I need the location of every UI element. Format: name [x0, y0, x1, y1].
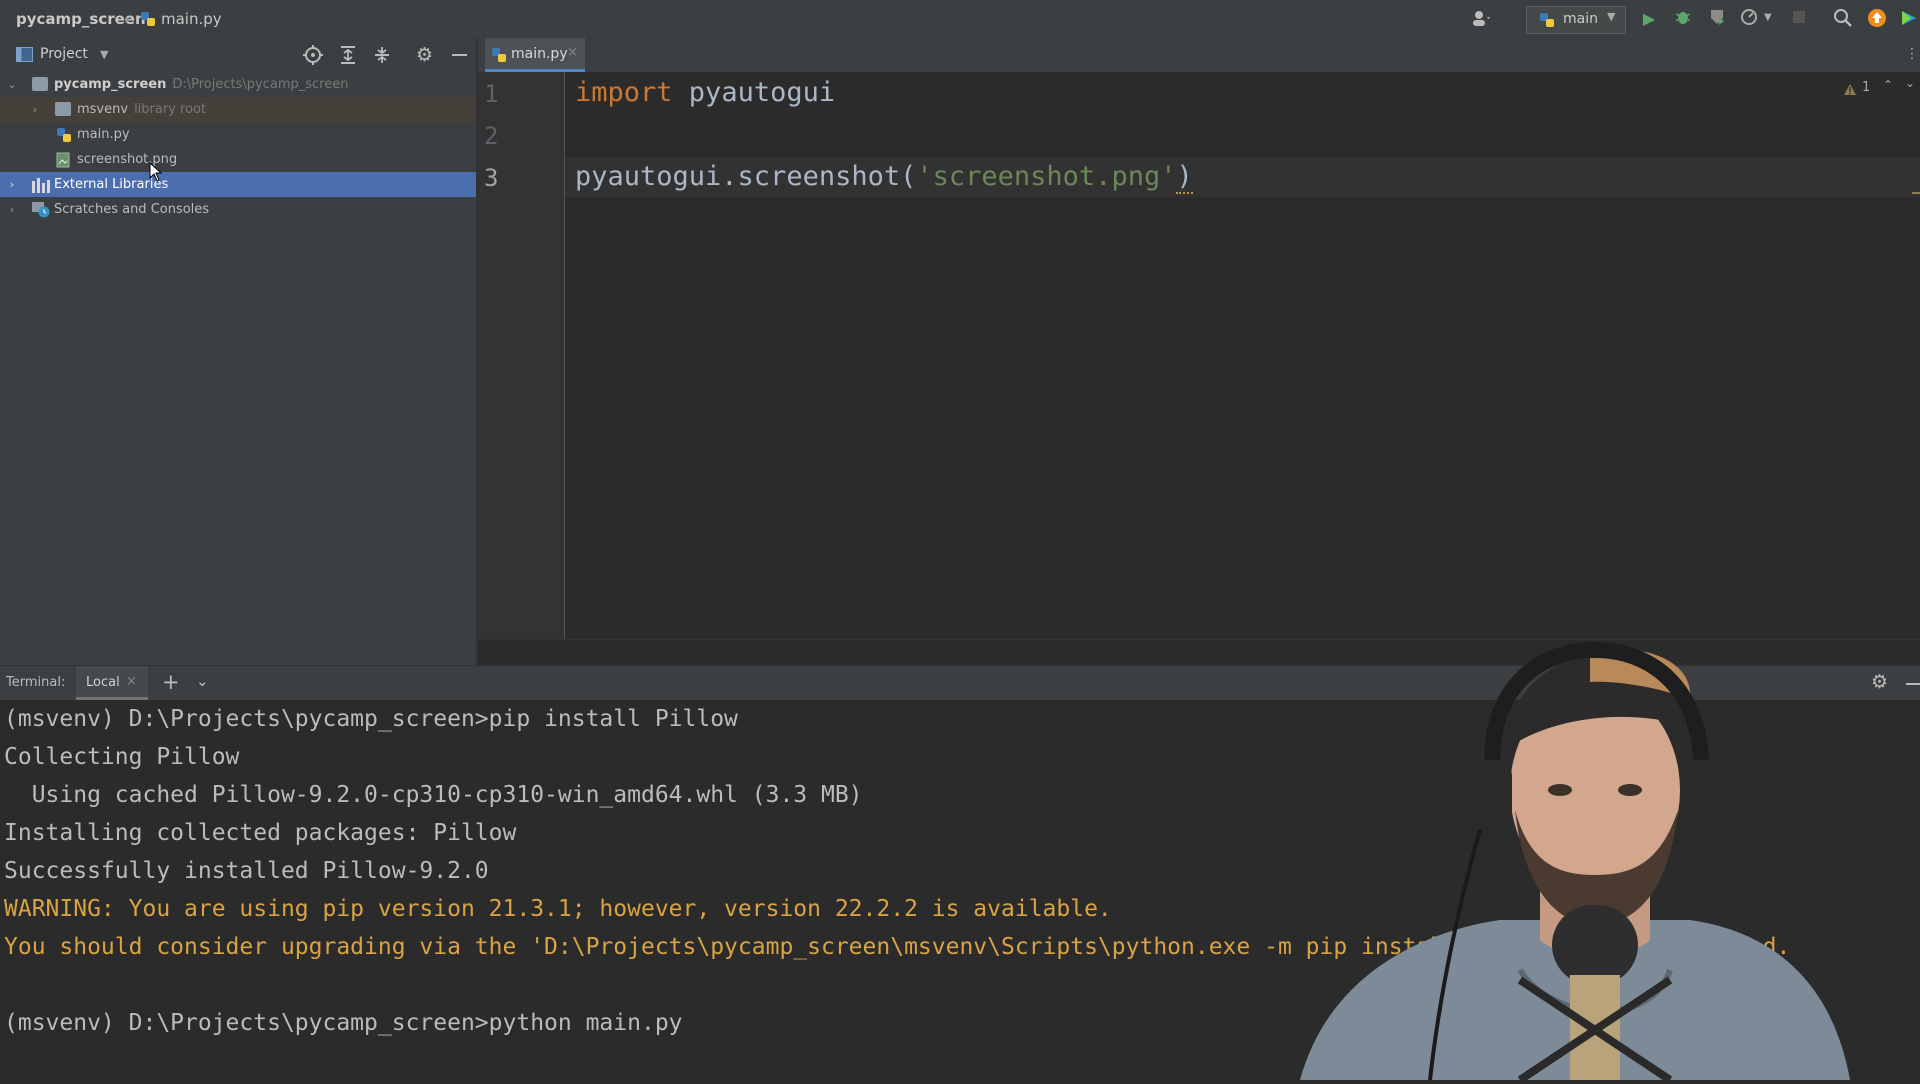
- project-view-icon: [16, 47, 33, 66]
- stop-icon[interactable]: [1788, 8, 1810, 30]
- tree-item-project-root[interactable]: ⌄ pycamp_screen D:\Projects\pycamp_screen: [0, 72, 476, 97]
- coverage-icon[interactable]: [1706, 8, 1728, 30]
- code-call: pyautogui.screenshot(: [575, 161, 917, 192]
- terminal-line: Using cached Pillow-9.2.0-cp310-cp310-wi…: [4, 782, 863, 808]
- tree-item-label: main.py: [77, 127, 130, 142]
- code-string: 'screenshot.png': [916, 161, 1177, 192]
- account-icon[interactable]: [1470, 8, 1492, 30]
- python-file-icon: [140, 11, 156, 31]
- chevron-down-icon: ▼: [1607, 10, 1616, 23]
- folder-icon: [55, 102, 71, 116]
- tab-main-py[interactable]: main.py ×: [485, 38, 585, 72]
- tree-item-external-libraries[interactable]: › External Libraries: [0, 172, 476, 197]
- debug-icon[interactable]: [1672, 8, 1694, 30]
- chevron-up-icon[interactable]: ⌃: [1883, 78, 1893, 92]
- scratches-icon: [32, 202, 50, 227]
- error-stripe-mark[interactable]: [1912, 192, 1920, 194]
- folder-icon: [32, 77, 48, 91]
- terminal-line: Successfully installed Pillow-9.2.0: [4, 858, 489, 884]
- add-terminal-icon[interactable]: +: [162, 670, 180, 694]
- tree-item-main-py[interactable]: main.py: [0, 122, 476, 147]
- tree-item-screenshot-png[interactable]: screenshot.png: [0, 147, 476, 172]
- tab-label: Local: [86, 675, 120, 690]
- warning-icon[interactable]: [1843, 81, 1857, 100]
- hide-panel-icon[interactable]: [452, 54, 467, 56]
- tree-item-scratches[interactable]: › Scratches and Consoles: [0, 197, 476, 222]
- more-tabs-icon[interactable]: ⋮: [1905, 46, 1919, 62]
- chevron-down-icon[interactable]: ⌄: [196, 672, 209, 690]
- chevron-right-icon[interactable]: ›: [5, 197, 19, 222]
- update-icon[interactable]: [1866, 8, 1888, 30]
- project-panel-title[interactable]: Project: [40, 46, 88, 62]
- terminal-title: Terminal:: [6, 675, 66, 690]
- search-icon[interactable]: [1832, 8, 1854, 30]
- chevron-right-icon[interactable]: ›: [28, 97, 42, 122]
- project-panel-header: Project ▼ ⚙: [0, 38, 476, 73]
- terminal-line: Installing collected packages: Pillow: [4, 820, 517, 846]
- tree-item-hint: library root: [134, 102, 207, 117]
- profile-icon[interactable]: [1738, 8, 1760, 30]
- tab-terminal-local[interactable]: Local ×: [76, 666, 148, 700]
- run-icon[interactable]: ▶: [1638, 8, 1660, 30]
- line-number: 1: [484, 80, 499, 108]
- chevron-down-icon[interactable]: ⌄: [1905, 76, 1915, 90]
- code-line-3[interactable]: pyautogui.screenshot('screenshot.png'): [575, 161, 1193, 194]
- code-paren: ): [1176, 161, 1193, 194]
- editor-tab-bar: [478, 38, 1920, 73]
- warning-count: 1: [1862, 80, 1871, 95]
- gear-icon[interactable]: ⚙: [416, 44, 433, 66]
- close-icon[interactable]: ×: [567, 45, 578, 60]
- project-tree: ⌄ pycamp_screen D:\Projects\pycamp_screen…: [0, 72, 476, 665]
- tree-item-label: msvenv library root: [77, 102, 207, 117]
- code-line-1[interactable]: import pyautogui: [575, 77, 835, 108]
- terminal-line: (msvenv) D:\Projects\pycamp_screen>pip i…: [4, 706, 738, 732]
- terminal-prompt-line: (msvenv) D:\Projects\pycamp_screen>pytho…: [4, 1010, 683, 1036]
- python-icon: [1539, 12, 1555, 32]
- close-icon[interactable]: ×: [126, 674, 137, 689]
- more-run-options-icon[interactable]: ▼: [1764, 12, 1772, 23]
- run-configuration-label: main: [1563, 11, 1598, 27]
- line-number: 3: [484, 164, 499, 192]
- tab-label: main.py: [511, 46, 568, 62]
- chevron-right-icon[interactable]: ›: [5, 172, 19, 197]
- terminal-line: Collecting Pillow: [4, 744, 240, 770]
- python-file-icon: [491, 47, 507, 67]
- hide-panel-icon[interactable]: [1906, 683, 1920, 685]
- code-identifier: pyautogui: [672, 77, 836, 108]
- view-selector-chevron-icon[interactable]: ▼: [100, 48, 108, 61]
- tree-item-label: pycamp_screen D:\Projects\pycamp_screen: [54, 77, 349, 92]
- webcam-overlay: [1290, 640, 1890, 1084]
- toolbox-icon[interactable]: [1898, 8, 1920, 30]
- locate-file-icon[interactable]: [303, 45, 323, 69]
- code-keyword: import: [575, 77, 673, 108]
- chevron-down-icon[interactable]: ⌄: [5, 72, 19, 97]
- expand-all-icon[interactable]: [338, 45, 358, 69]
- tree-item-msvenv[interactable]: › msvenv library root: [0, 97, 476, 122]
- mouse-cursor-icon: [149, 161, 163, 186]
- navigation-bar: pycamp_screen › main.py main ▼ ▶ ▼: [0, 0, 1920, 39]
- collapse-all-icon[interactable]: [372, 45, 392, 69]
- run-configuration-selector[interactable]: main ▼: [1526, 6, 1626, 34]
- editor-gutter: [478, 72, 565, 639]
- tree-item-path: D:\Projects\pycamp_screen: [172, 77, 349, 92]
- line-number: 2: [484, 122, 499, 150]
- breadcrumb-file[interactable]: main.py: [161, 10, 222, 28]
- terminal-warning-line: WARNING: You are using pip version 21.3.…: [4, 896, 1112, 922]
- breadcrumb-separator-icon: ›: [124, 10, 130, 28]
- tree-item-label: Scratches and Consoles: [54, 202, 210, 217]
